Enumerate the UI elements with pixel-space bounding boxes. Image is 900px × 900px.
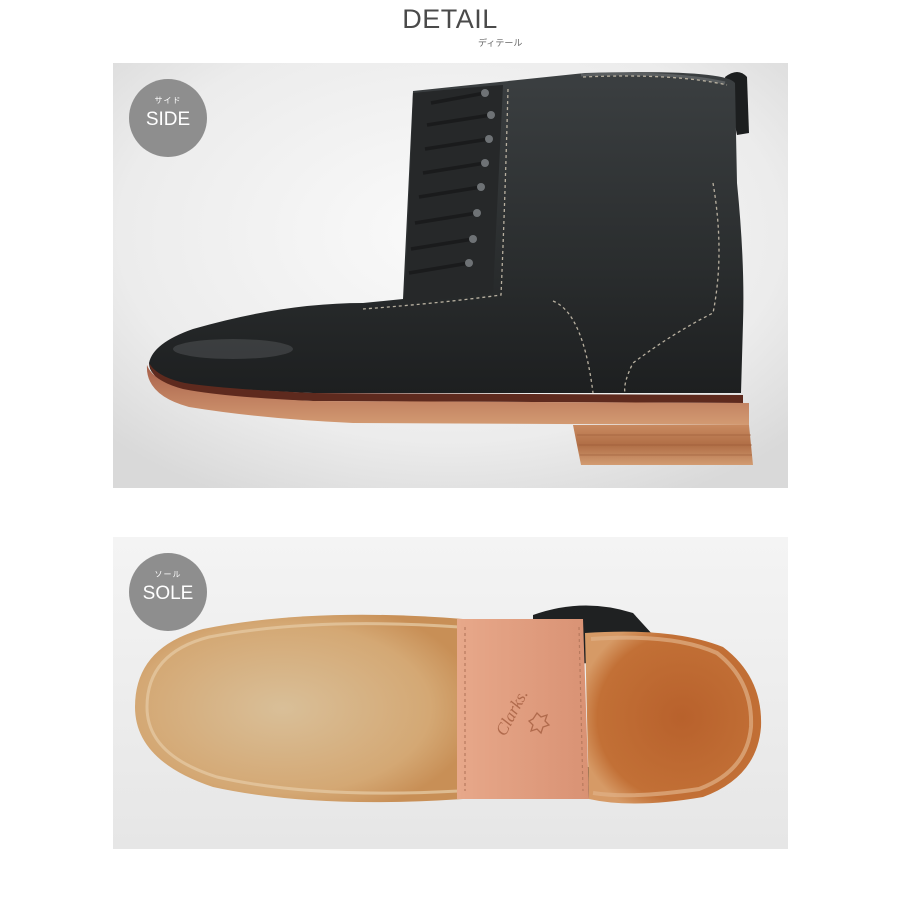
side-view-panel: サイド SIDE [113, 63, 788, 488]
sole-view-image: Clarks. [113, 537, 788, 849]
page-title: DETAIL [402, 4, 498, 34]
sole-badge-label: SOLE [142, 583, 194, 604]
sole-view-badge: ソール SOLE [129, 553, 207, 631]
sole-badge-small-label: ソール [154, 570, 182, 579]
sole-heel [585, 631, 762, 804]
side-view-badge: サイド SIDE [129, 79, 207, 157]
sole-forefoot [135, 614, 463, 803]
side-badge-small-label: サイド [154, 96, 182, 105]
page-header: DETAIL ディテール [0, 0, 900, 60]
page-subtitle: ディテール [478, 38, 523, 48]
side-view-image [113, 63, 788, 488]
side-badge-label: SIDE [145, 109, 191, 130]
sole-view-panel: Clarks. ソール SOLE [113, 537, 788, 849]
